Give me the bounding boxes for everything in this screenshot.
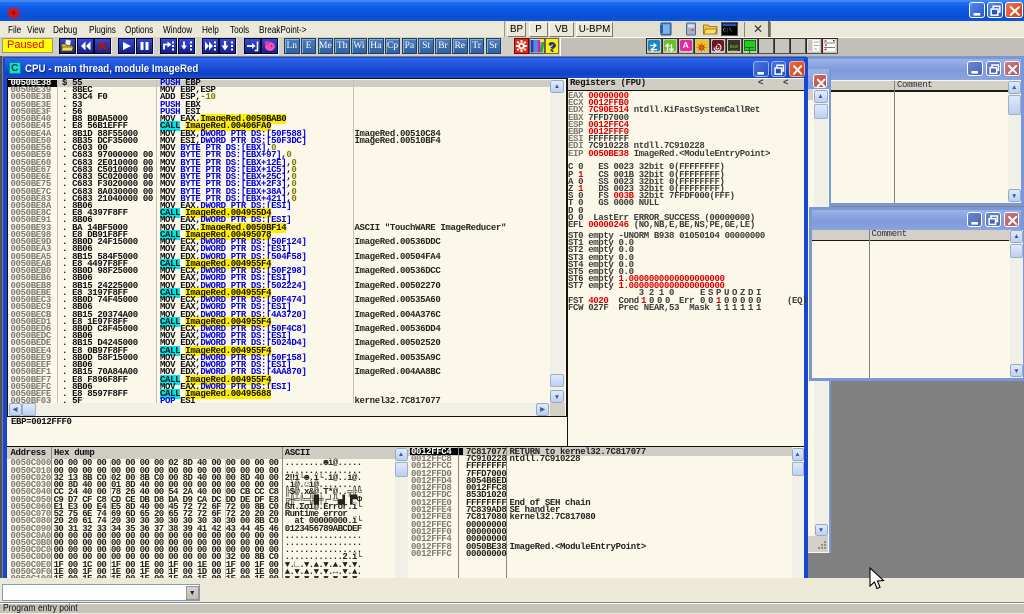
svg-text:C:\: C:\: [723, 28, 732, 34]
